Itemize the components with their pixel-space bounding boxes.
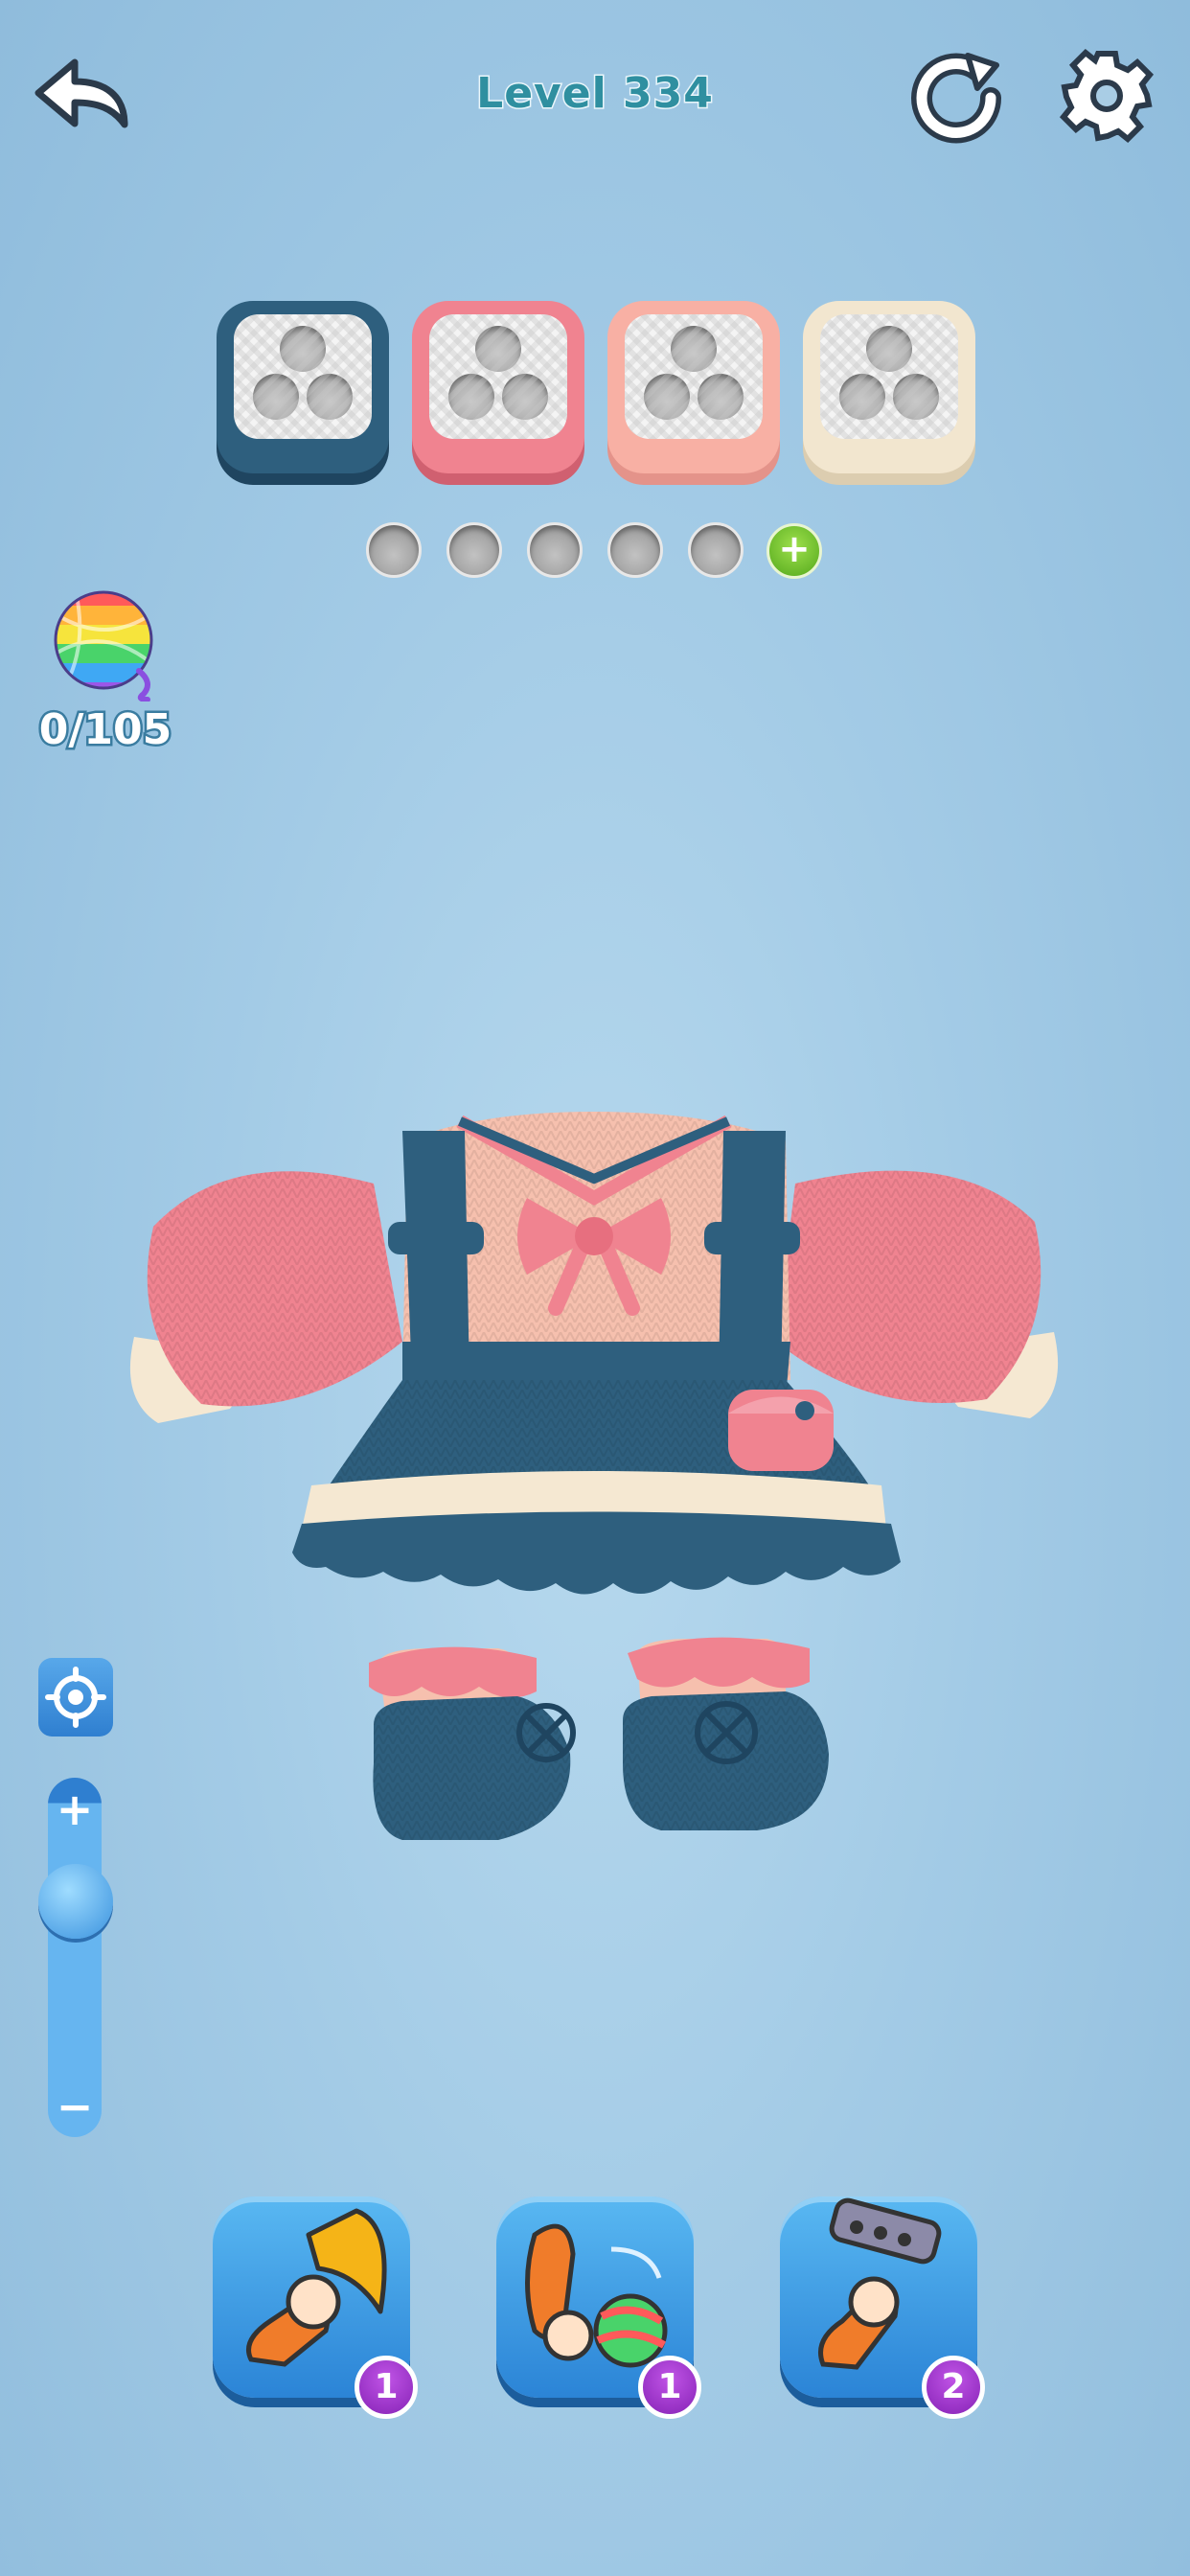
undo-arrow-icon: [34, 58, 128, 128]
spool-hole: [502, 374, 548, 420]
spool-hole: [644, 374, 690, 420]
booster-shuffle-button[interactable]: 1: [496, 2196, 701, 2419]
booster-count-badge: 1: [638, 2356, 701, 2419]
spool-box-tray: [820, 314, 958, 439]
booster-count-badge: 1: [355, 2356, 418, 2419]
add-slot-button[interactable]: +: [767, 523, 822, 579]
spool-box-peach[interactable]: [607, 301, 780, 473]
spool-hole: [893, 374, 939, 420]
zoom-slider-handle[interactable]: [38, 1864, 113, 1939]
empty-slot: [527, 522, 583, 578]
spool-hole: [448, 374, 494, 420]
right-shoe: [623, 1637, 829, 1830]
spool-hole: [253, 374, 299, 420]
empty-slot: [446, 522, 502, 578]
plus-icon: +: [778, 527, 811, 571]
spool-hole: [475, 326, 521, 372]
empty-slot: [366, 522, 422, 578]
spool-hole: [866, 326, 912, 372]
spool-box-pink[interactable]: [412, 301, 584, 473]
spool-box-tray: [234, 314, 372, 439]
yarn-counter: 0/105: [36, 703, 174, 757]
yarn-ball-icon: [48, 586, 163, 702]
level-title: Level 334: [475, 68, 715, 120]
knitted-outfit[interactable]: [115, 1092, 1073, 1974]
spool-box-navy[interactable]: [217, 301, 389, 473]
booster-hook-button[interactable]: 1: [213, 2196, 418, 2419]
left-sleeve: [129, 1171, 402, 1423]
back-button[interactable]: [29, 53, 134, 139]
spool-box-cream[interactable]: [803, 301, 975, 473]
recenter-button[interactable]: [38, 1658, 113, 1736]
settings-button[interactable]: [1059, 48, 1155, 144]
target-icon: [45, 1667, 106, 1728]
empty-slot: [607, 522, 663, 578]
booster-comb-button[interactable]: 2: [780, 2196, 985, 2419]
zoom-in-button[interactable]: +: [48, 1782, 102, 1836]
right-sleeve: [776, 1170, 1059, 1418]
left-shoe: [369, 1646, 576, 1840]
spool-hole: [307, 374, 353, 420]
spool-hole: [698, 374, 744, 420]
restart-button[interactable]: [910, 48, 1006, 144]
spool-box-tray: [625, 314, 763, 439]
spool-hole: [671, 326, 717, 372]
booster-count-badge: 2: [922, 2356, 985, 2419]
spool-box-tray: [429, 314, 567, 439]
spool-hole: [280, 326, 326, 372]
purse: [728, 1390, 834, 1471]
spool-hole: [839, 374, 885, 420]
empty-slot: [688, 522, 744, 578]
gear-icon: [1059, 48, 1155, 144]
restart-icon: [911, 53, 1002, 144]
zoom-out-button[interactable]: −: [48, 2080, 102, 2133]
